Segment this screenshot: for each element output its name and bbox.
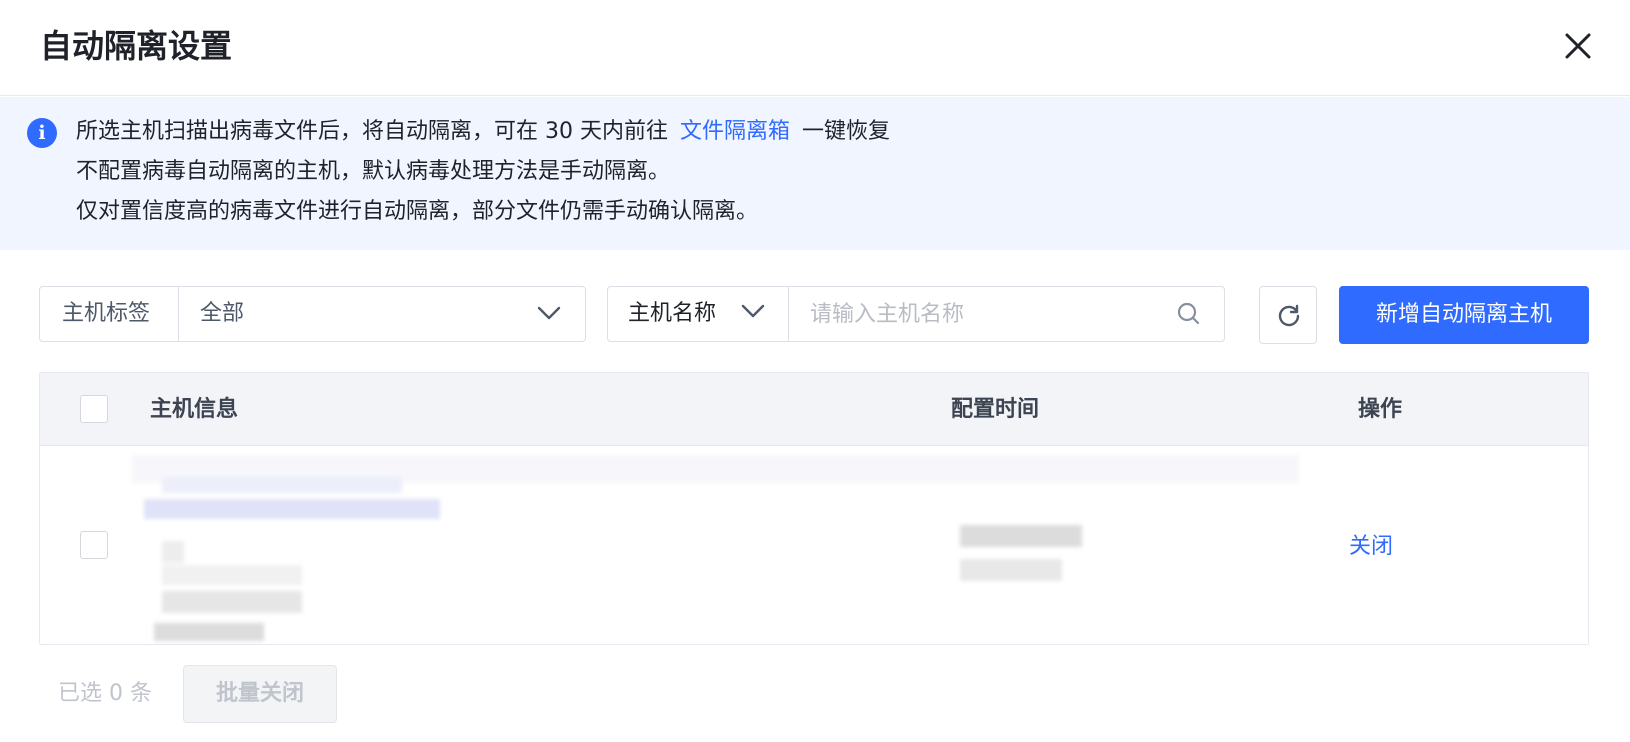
column-header-host-info: 主机信息	[150, 397, 239, 422]
host-tag-label: 主机标签	[62, 301, 151, 326]
add-auto-isolation-host-button[interactable]: 新增自动隔离主机	[1339, 286, 1589, 344]
disable-isolation-link[interactable]: 关闭	[1349, 531, 1393, 563]
divider	[788, 287, 789, 341]
column-header-config-time: 配置时间	[951, 397, 1040, 422]
selected-count: 已选 0 条	[58, 681, 152, 706]
redacted-host-info	[132, 455, 1299, 644]
batch-close-button[interactable]: 批量关闭	[183, 665, 337, 723]
table-header: 主机信息 配置时间 操作	[40, 373, 1588, 446]
chevron-down-icon[interactable]	[740, 303, 766, 319]
refresh-button[interactable]	[1259, 286, 1317, 344]
refresh-icon	[1278, 304, 1300, 327]
notice-line-3: 仅对置信度高的病毒文件进行自动隔离，部分文件仍需手动确认隔离。	[76, 199, 759, 224]
notice-text: 所选主机扫描出病毒文件后，将自动隔离，可在 30 天内前往	[76, 119, 668, 144]
redacted-config-time	[960, 525, 1084, 589]
chevron-down-icon[interactable]	[536, 305, 562, 321]
close-icon[interactable]	[1558, 26, 1598, 66]
notice-line-1: 所选主机扫描出病毒文件后，将自动隔离，可在 30 天内前往 文件隔离箱 一键恢复	[76, 116, 890, 148]
host-table: 主机信息 配置时间 操作 关闭	[39, 372, 1589, 645]
column-header-actions: 操作	[1358, 397, 1403, 422]
quarantine-box-link[interactable]: 文件隔离箱	[680, 119, 790, 144]
search-icon[interactable]	[1176, 301, 1202, 327]
dialog-title: 自动隔离设置	[40, 27, 233, 65]
divider	[178, 287, 179, 341]
host-tag-select[interactable]: 全部	[200, 298, 244, 330]
info-icon: i	[27, 118, 57, 148]
row-checkbox[interactable]	[80, 531, 108, 559]
host-name-search-input[interactable]	[800, 289, 1170, 339]
notice-line-2: 不配置病毒自动隔离的主机，默认病毒处理方法是手动隔离。	[76, 159, 671, 184]
select-all-checkbox[interactable]	[80, 395, 108, 423]
dialog-header: 自动隔离设置	[0, 0, 1630, 96]
search-type-select[interactable]: 主机名称	[628, 298, 716, 330]
notice-text: 一键恢复	[802, 119, 891, 144]
